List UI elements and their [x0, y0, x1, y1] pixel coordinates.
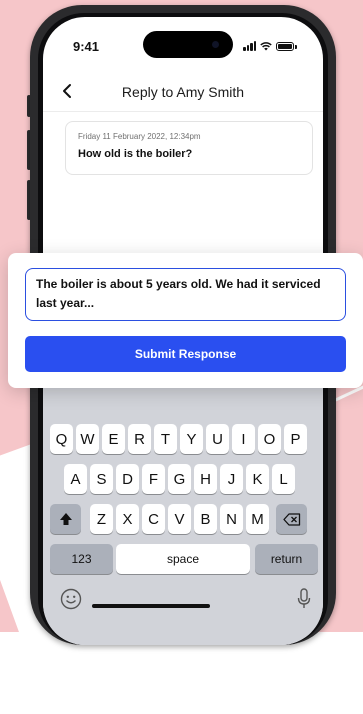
- numbers-key[interactable]: 123: [50, 544, 113, 574]
- key-u[interactable]: U: [206, 424, 229, 454]
- key-h[interactable]: H: [194, 464, 217, 494]
- key-b[interactable]: B: [194, 504, 217, 534]
- message-text: How old is the boiler?: [78, 148, 193, 160]
- key-v[interactable]: V: [168, 504, 191, 534]
- key-p[interactable]: P: [284, 424, 307, 454]
- key-x[interactable]: X: [116, 504, 139, 534]
- shift-key[interactable]: [50, 504, 81, 534]
- key-n[interactable]: N: [220, 504, 243, 534]
- key-s[interactable]: S: [90, 464, 113, 494]
- backspace-key[interactable]: [276, 504, 307, 534]
- wifi-icon: [260, 42, 272, 51]
- status-time: 9:41: [73, 39, 100, 54]
- key-d[interactable]: D: [116, 464, 139, 494]
- key-z[interactable]: Z: [90, 504, 113, 534]
- page-title: Reply to Amy Smith: [121, 84, 245, 100]
- message-card: Friday 11 February 2022, 12:34pm How old…: [65, 121, 313, 175]
- dynamic-island: [143, 31, 233, 58]
- key-q[interactable]: Q: [50, 424, 73, 454]
- message-date: Friday 11 February 2022, 12:34pm: [78, 132, 201, 141]
- key-i[interactable]: I: [232, 424, 255, 454]
- status-icons: [243, 41, 297, 51]
- nav-bar: Reply to Amy Smith: [43, 75, 323, 112]
- key-y[interactable]: Y: [180, 424, 203, 454]
- key-m[interactable]: M: [246, 504, 269, 534]
- key-o[interactable]: O: [258, 424, 281, 454]
- shift-arrow-icon: [59, 513, 72, 525]
- key-e[interactable]: E: [102, 424, 125, 454]
- key-g[interactable]: G: [168, 464, 191, 494]
- signal-icon: [243, 41, 256, 51]
- response-input[interactable]: The boiler is about 5 years old. We had …: [25, 268, 346, 321]
- battery-tip: [295, 45, 297, 49]
- emoji-icon[interactable]: [60, 588, 82, 610]
- key-a[interactable]: A: [64, 464, 87, 494]
- key-w[interactable]: W: [76, 424, 99, 454]
- home-indicator: [92, 604, 210, 608]
- response-panel: The boiler is about 5 years old. We had …: [8, 253, 363, 388]
- backspace-icon: [282, 512, 300, 526]
- submit-response-button[interactable]: Submit Response: [25, 336, 346, 372]
- microphone-icon[interactable]: [297, 588, 311, 610]
- space-key[interactable]: space: [116, 544, 250, 574]
- key-f[interactable]: F: [142, 464, 165, 494]
- key-r[interactable]: R: [128, 424, 151, 454]
- battery-icon: [276, 42, 294, 51]
- key-j[interactable]: J: [220, 464, 243, 494]
- key-k[interactable]: K: [246, 464, 269, 494]
- return-key[interactable]: return: [255, 544, 318, 574]
- key-c[interactable]: C: [142, 504, 165, 534]
- key-t[interactable]: T: [154, 424, 177, 454]
- key-l[interactable]: L: [272, 464, 295, 494]
